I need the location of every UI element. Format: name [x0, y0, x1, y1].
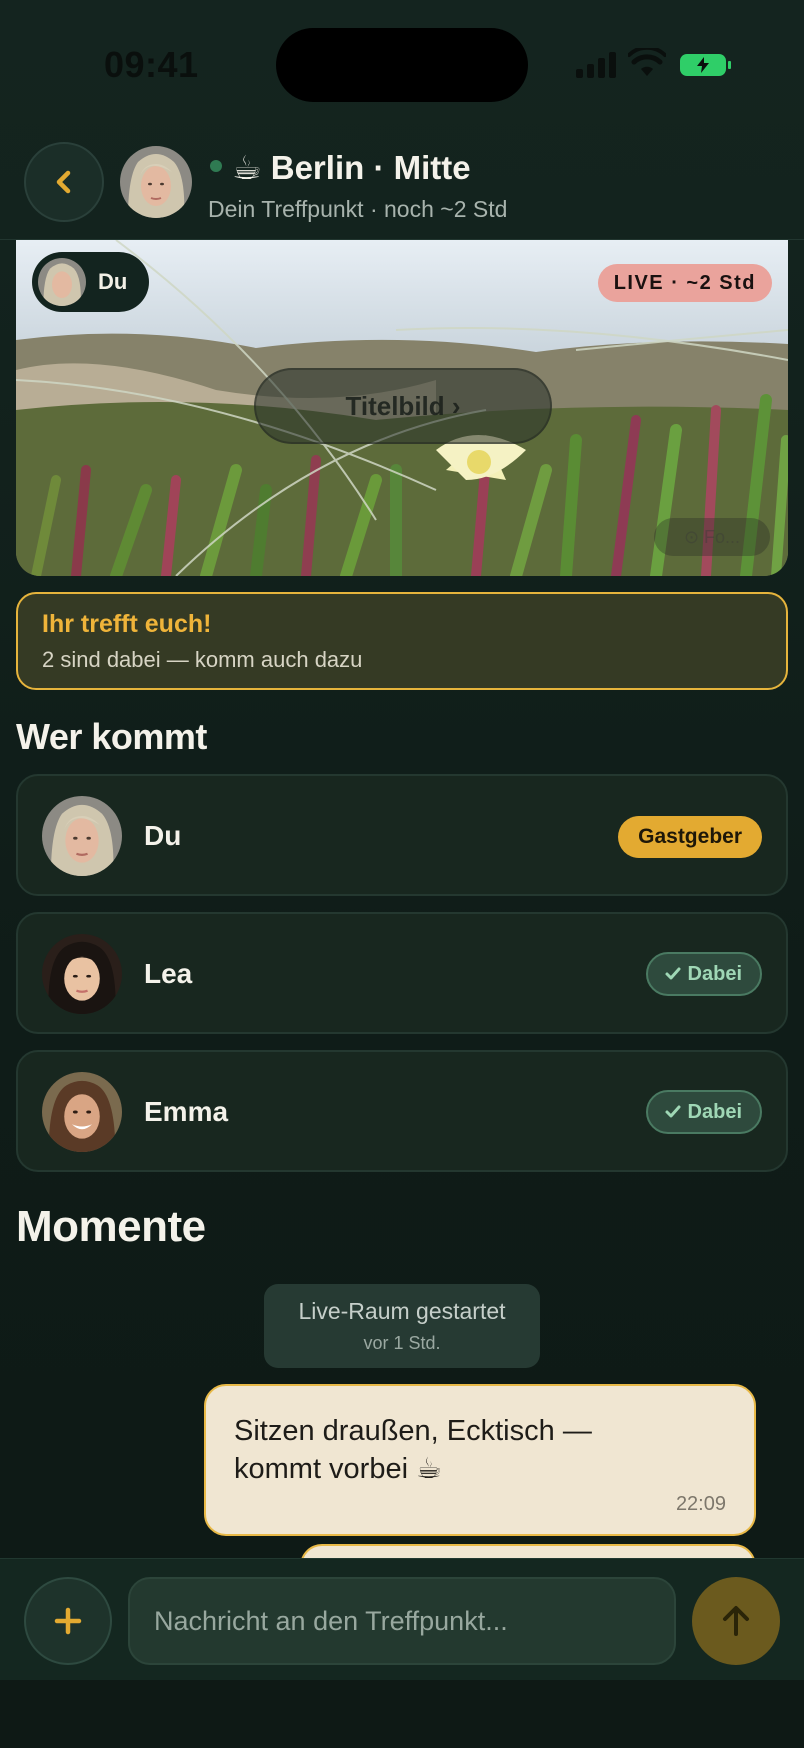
check-icon [665, 1105, 681, 1118]
self-chip-label: Du [98, 269, 128, 294]
moments-heading: Momente [16, 1202, 206, 1251]
self-chip[interactable]: Du [32, 252, 150, 312]
attendee-avatar [42, 934, 122, 1014]
plus-icon [54, 1607, 82, 1635]
check-icon [665, 967, 681, 980]
attach-button[interactable] [24, 1577, 112, 1665]
live-badge: LIVE · ~2 Std [597, 264, 772, 302]
system-message-time: vor 1 Std. [363, 1333, 441, 1353]
attendee-card[interactable]: Lea Dabei [16, 912, 788, 1034]
cover-image-button[interactable]: Titelbild › [254, 368, 552, 444]
message-bubble[interactable]: Sitzen draußen, Ecktisch — kommt vorbei … [204, 1384, 756, 1536]
attendee-card[interactable]: Emma Dabei [16, 1050, 788, 1172]
status-bar: 09:41 [0, 0, 804, 130]
attendee-name: Lea [144, 958, 193, 989]
message-input[interactable] [128, 1577, 676, 1665]
signal-icon [576, 52, 616, 78]
system-message: Live-Raum gestartet vor 1 Std. [264, 1284, 540, 1368]
attendee-name: Emma [144, 1096, 229, 1127]
system-message-text: Live-Raum gestartet [298, 1298, 506, 1324]
joined-badge-label: Dabei [687, 963, 742, 985]
send-button[interactable] [692, 1577, 780, 1665]
host-badge: Gastgeber [618, 816, 762, 858]
attendee-name: Du [144, 820, 182, 851]
photo-chip[interactable]: ⊙ Fo... [654, 518, 770, 556]
room-subtitle: Dein Treffpunkt · noch ~2 Std [208, 196, 508, 222]
banner-subtitle: 2 sind dabei — komm auch dazu [42, 647, 363, 672]
attendee-avatar [42, 796, 122, 876]
wifi-icon [628, 48, 666, 76]
host-avatar[interactable] [120, 146, 192, 218]
back-button[interactable] [24, 142, 104, 222]
back-chevron-icon [56, 170, 71, 194]
meetup-banner: Ihr trefft euch! 2 sind dabei — komm auc… [16, 592, 788, 690]
dynamic-island [276, 28, 528, 102]
message-composer [0, 1558, 804, 1680]
self-avatar [38, 258, 86, 306]
status-time: 09:41 [104, 44, 199, 85]
app-screen: 09:41 ☕ Berlin · Mitte Dein Treffpunkt ·… [0, 0, 804, 1748]
message-time: 22:09 [675, 1493, 726, 1515]
cover-image[interactable]: Du LIVE · ~2 Std Titelbild › ⊙ Fo... [16, 240, 788, 576]
joined-badge-label: Dabei [687, 1101, 742, 1123]
message-text: Sitzen draußen, Ecktisch — kommt vorbei … [234, 1415, 592, 1485]
joined-badge: Dabei [645, 1090, 762, 1134]
attendees-heading: Wer kommt [16, 716, 207, 757]
home-indicator-area [0, 1680, 804, 1748]
attendee-card[interactable]: Du Gastgeber [16, 774, 788, 896]
banner-title: Ihr trefft euch! [42, 610, 212, 638]
send-arrow-icon [723, 1606, 749, 1636]
battery-icon [680, 54, 731, 76]
room-title: ☕ Berlin · Mitte [232, 149, 471, 186]
joined-badge: Dabei [645, 952, 762, 996]
online-status-dot [210, 160, 222, 172]
attendee-avatar [42, 1072, 122, 1152]
chat-header: ☕ Berlin · Mitte Dein Treffpunkt · noch … [0, 130, 804, 240]
